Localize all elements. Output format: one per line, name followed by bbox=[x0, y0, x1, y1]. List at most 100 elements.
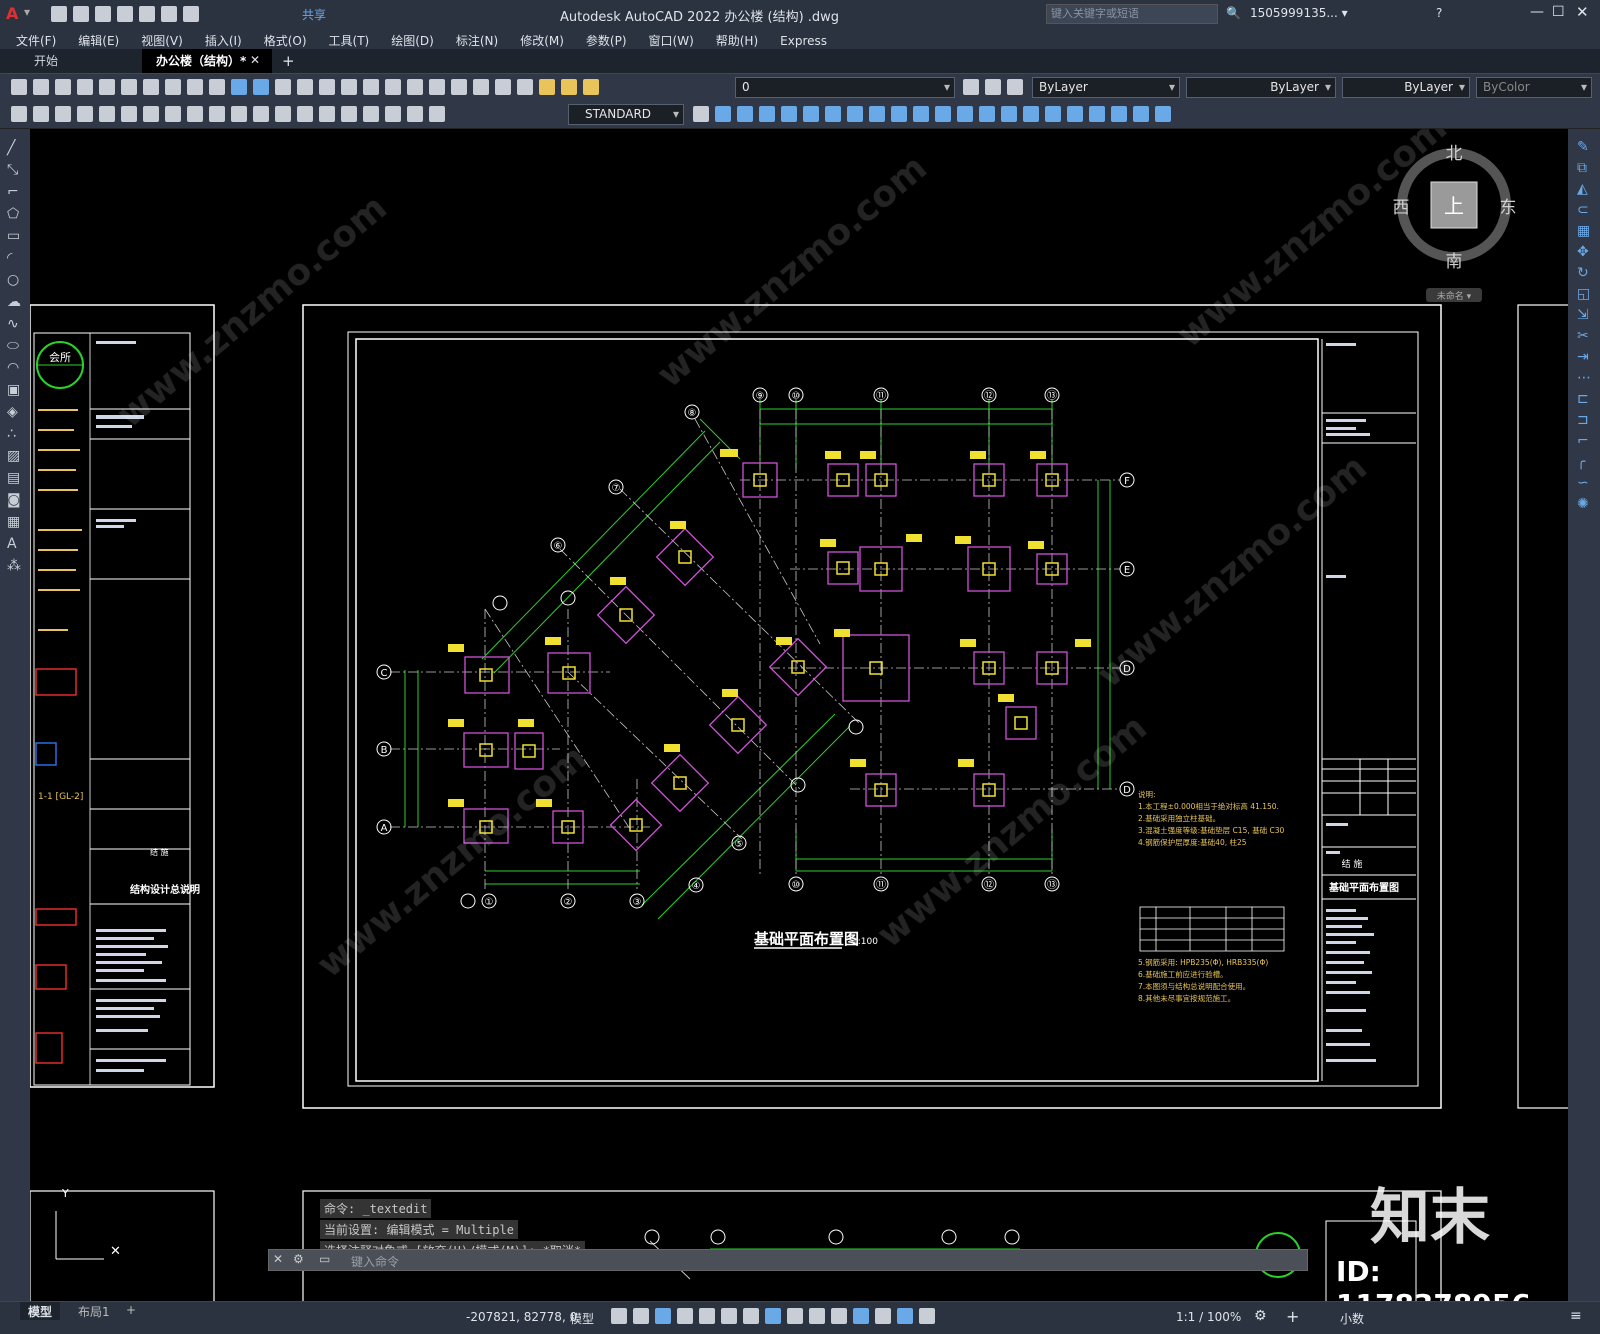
3d-osnap-icon[interactable] bbox=[853, 1308, 869, 1324]
insert-icon[interactable] bbox=[1133, 106, 1149, 122]
share-button[interactable]: 共享 bbox=[302, 6, 326, 23]
ortho-icon[interactable] bbox=[655, 1308, 671, 1324]
dim-jogged-icon[interactable] bbox=[121, 106, 137, 122]
join-tool-icon[interactable]: ⊐ bbox=[1577, 410, 1600, 431]
make-block-icon[interactable]: ◈ bbox=[7, 401, 30, 423]
maximize-button[interactable]: ☐ bbox=[1552, 4, 1565, 20]
command-customize-icon[interactable]: ⚙ bbox=[293, 1252, 304, 1266]
fillet-icon[interactable] bbox=[1001, 106, 1017, 122]
tab-start[interactable]: 开始 bbox=[20, 49, 72, 73]
saveas-icon[interactable] bbox=[117, 6, 133, 22]
break-icon[interactable] bbox=[935, 106, 951, 122]
extend-icon[interactable] bbox=[913, 106, 929, 122]
undo-icon[interactable] bbox=[161, 6, 177, 22]
dim-arc-icon[interactable] bbox=[55, 106, 71, 122]
layout-tab-layout1[interactable]: 布局1 bbox=[70, 1302, 118, 1320]
dim-text-edit-icon[interactable] bbox=[407, 106, 423, 122]
dim-update-icon[interactable] bbox=[429, 106, 445, 122]
circle-icon[interactable]: ○ bbox=[7, 269, 30, 291]
zoom-previous-icon[interactable] bbox=[341, 79, 357, 95]
inspect-icon[interactable] bbox=[341, 106, 357, 122]
line-icon[interactable]: ╱ bbox=[7, 137, 30, 159]
search-icon[interactable]: 🔍 bbox=[1226, 6, 1241, 20]
units-display[interactable]: 小数 bbox=[1340, 1310, 1364, 1327]
explode-icon[interactable] bbox=[1023, 106, 1039, 122]
trim-icon[interactable] bbox=[891, 106, 907, 122]
snap-icon[interactable] bbox=[633, 1308, 649, 1324]
explode-tool-icon[interactable]: ✺ bbox=[1577, 494, 1600, 515]
markup-icon[interactable] bbox=[451, 79, 467, 95]
array-tool-icon[interactable]: ▦ bbox=[1577, 221, 1600, 242]
osnap-icon[interactable] bbox=[699, 1308, 715, 1324]
layer-dropdown[interactable]: 0 ▾ bbox=[735, 77, 955, 98]
coordinates-readout[interactable]: -207821, 82778, 0 bbox=[466, 1310, 577, 1324]
dynamic-ucs-icon[interactable] bbox=[743, 1308, 759, 1324]
lineweight-icon[interactable] bbox=[787, 1308, 803, 1324]
sheetset-icon[interactable] bbox=[429, 79, 445, 95]
menu-format[interactable]: 格式(O) bbox=[264, 32, 307, 49]
chamfer-tool-icon[interactable]: ⌐ bbox=[1577, 431, 1600, 452]
viewcube-south[interactable]: 南 bbox=[1446, 252, 1463, 272]
color-dropdown[interactable]: ByLayer ▾ bbox=[1032, 77, 1180, 98]
jogged-linear-icon[interactable] bbox=[363, 106, 379, 122]
mirror-icon[interactable] bbox=[737, 106, 753, 122]
revcloud-icon[interactable]: ☁ bbox=[7, 291, 30, 313]
paste-icon[interactable] bbox=[187, 79, 203, 95]
center-mark-icon[interactable] bbox=[319, 106, 335, 122]
block-icon[interactable] bbox=[1111, 106, 1127, 122]
layer-states-icon[interactable] bbox=[1007, 79, 1023, 95]
xref-icon[interactable] bbox=[1155, 106, 1171, 122]
layer-lock-icon[interactable] bbox=[583, 79, 599, 95]
zoom-realtime-icon[interactable] bbox=[297, 79, 313, 95]
table-icon[interactable]: ▦ bbox=[7, 511, 30, 533]
textstyle-dropdown[interactable]: STANDARD ▾ bbox=[568, 104, 684, 125]
undo-icon[interactable] bbox=[231, 79, 247, 95]
array-icon[interactable] bbox=[781, 106, 797, 122]
move-icon[interactable] bbox=[803, 106, 819, 122]
dim-edit-icon[interactable] bbox=[385, 106, 401, 122]
layer-properties-icon[interactable] bbox=[517, 79, 533, 95]
calculator-icon[interactable] bbox=[473, 79, 489, 95]
menu-view[interactable]: 视图(V) bbox=[141, 32, 183, 49]
layout-tab-model[interactable]: 模型 bbox=[20, 1302, 61, 1320]
new-icon[interactable] bbox=[51, 6, 67, 22]
add-selected-icon[interactable]: ⁂ bbox=[7, 555, 30, 577]
menu-help[interactable]: 帮助(H) bbox=[716, 32, 758, 49]
close-button[interactable]: ✕ bbox=[1576, 3, 1589, 21]
app-menu-chevron-icon[interactable]: ▾ bbox=[24, 5, 30, 19]
toolpalette-icon[interactable] bbox=[407, 79, 423, 95]
blend-tool-icon[interactable]: ∽ bbox=[1577, 473, 1600, 494]
menu-insert[interactable]: 插入(I) bbox=[205, 32, 242, 49]
viewcube-north[interactable]: 北 bbox=[1446, 144, 1463, 164]
open-icon[interactable] bbox=[73, 6, 89, 22]
search-box[interactable]: 键入关键字或短语 bbox=[1046, 4, 1218, 24]
quick-dim-icon[interactable] bbox=[187, 106, 203, 122]
search-input[interactable]: 键入关键字或短语 bbox=[1047, 7, 1139, 20]
insert-block-icon[interactable]: ▣ bbox=[7, 379, 30, 401]
otrack-icon[interactable] bbox=[721, 1308, 737, 1324]
dim-break-icon[interactable] bbox=[275, 106, 291, 122]
plotstyle-dropdown[interactable]: ByColor ▾ bbox=[1476, 77, 1592, 98]
dim-continue-icon[interactable] bbox=[231, 106, 247, 122]
extend-tool-icon[interactable]: ⇥ bbox=[1577, 347, 1600, 368]
region-icon[interactable]: ◙ bbox=[7, 489, 30, 511]
workspace-gear-icon[interactable]: ⚙ bbox=[1254, 1308, 1267, 1324]
dimstyle-icon[interactable] bbox=[693, 106, 709, 122]
mirror-tool-icon[interactable]: ◭ bbox=[1577, 179, 1600, 200]
menu-modify[interactable]: 修改(M) bbox=[520, 32, 564, 49]
menu-express[interactable]: Express bbox=[780, 34, 827, 48]
trim-tool-icon[interactable]: ✂ bbox=[1577, 326, 1600, 347]
cut-icon[interactable] bbox=[143, 79, 159, 95]
menu-file[interactable]: 文件(F) bbox=[16, 32, 56, 49]
copy-icon[interactable] bbox=[165, 79, 181, 95]
command-input[interactable]: 键入命令 bbox=[351, 1253, 399, 1270]
dim-space-icon[interactable] bbox=[253, 106, 269, 122]
dim-baseline-icon[interactable] bbox=[209, 106, 225, 122]
layer-on-icon[interactable] bbox=[539, 79, 555, 95]
drawing-canvas[interactable]: 会所 1-1 [GL-2] 结构设计总说明 结 施 结 施 基础平面布置图 ⑨ … bbox=[30, 129, 1568, 1301]
annotation-visibility-icon[interactable] bbox=[897, 1308, 913, 1324]
annotation-scale[interactable]: 1:1 / 100% bbox=[1176, 1310, 1241, 1324]
hatch-icon[interactable]: ▨ bbox=[7, 445, 30, 467]
dynamic-input-icon[interactable] bbox=[765, 1308, 781, 1324]
grid-icon[interactable] bbox=[611, 1308, 627, 1324]
